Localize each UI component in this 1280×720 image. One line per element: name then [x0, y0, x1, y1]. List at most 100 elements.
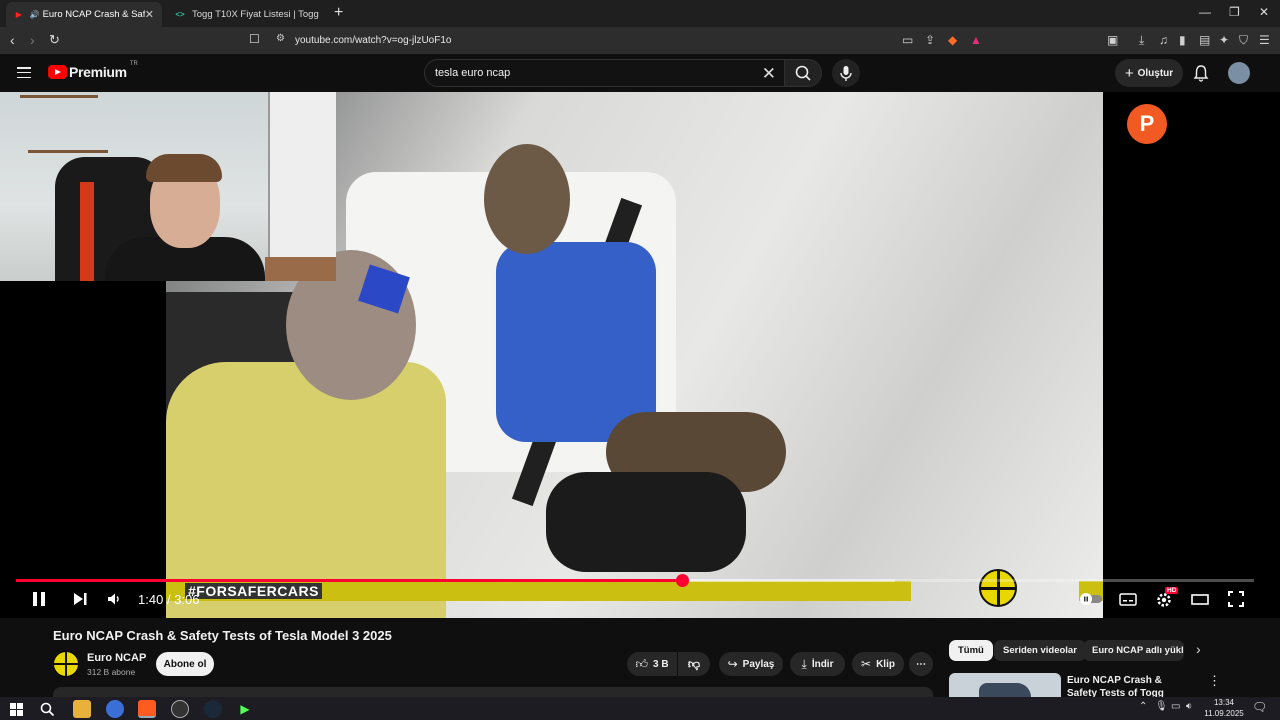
- youtube-header: Premium TR ✕ + Oluştur: [0, 54, 1280, 92]
- pause-button[interactable]: [30, 590, 48, 613]
- create-button[interactable]: + Oluştur: [1115, 59, 1183, 87]
- notifications-bell-icon[interactable]: [1193, 64, 1209, 82]
- subscriber-count: 312 B abone: [87, 667, 136, 677]
- description-box[interactable]: [53, 687, 933, 697]
- video-player[interactable]: #FORSAFERCARS P 1:40 / 3:06 HD: [0, 92, 1280, 618]
- close-window-icon[interactable]: ✕: [1259, 5, 1269, 19]
- notification-center-icon[interactable]: 🗨︎: [1252, 700, 1267, 714]
- guide-menu-icon[interactable]: [17, 67, 31, 78]
- channel-name[interactable]: Euro NCAP: [87, 652, 146, 664]
- youtube-premium-logo[interactable]: Premium TR: [48, 61, 138, 80]
- downloads-icon[interactable]: ⤓: [1139, 33, 1144, 48]
- magnifier-icon: [40, 702, 54, 716]
- chip-series[interactable]: Seriden videolar: [994, 640, 1086, 661]
- like-count: 3 B: [652, 658, 669, 670]
- clip-button[interactable]: ✂ Klip: [852, 652, 904, 676]
- site-info-icon[interactable]: ⚙: [276, 33, 285, 44]
- scrubber-handle[interactable]: [676, 574, 690, 587]
- country-code: TR: [129, 61, 138, 67]
- windows-start-icon[interactable]: [7, 700, 25, 718]
- sidebar-icon[interactable]: ▮: [1179, 33, 1186, 47]
- tab-togg[interactable]: <> Togg T10X Fiyat Listesi | Togg: [166, 2, 328, 27]
- cast-icon[interactable]: ▭: [902, 33, 913, 47]
- time-display: 1:40 / 3:06: [138, 592, 200, 607]
- share-icon[interactable]: ⇪: [925, 33, 935, 47]
- thumbs-up-icon: 👍︎: [635, 656, 648, 671]
- tab-youtube-video[interactable]: ▶ 🔊 Euro NCAP Crash & Safety Te ✕: [6, 2, 162, 27]
- chip-channel-uploads[interactable]: Euro NCAP adlı yükle: [1083, 640, 1184, 661]
- tab-manager-icon[interactable]: ▣: [1107, 33, 1118, 47]
- subscribe-button[interactable]: Abone ol: [156, 652, 214, 676]
- share-button[interactable]: ↪ Paylaş: [719, 652, 783, 676]
- total-time: 3:06: [174, 592, 200, 607]
- search-input[interactable]: [435, 67, 755, 79]
- search-button[interactable]: [784, 59, 822, 87]
- progress-bar[interactable]: [16, 574, 1254, 587]
- tray-network-icon[interactable]: ▭: [1171, 701, 1180, 712]
- back-icon[interactable]: ‹: [10, 32, 15, 48]
- subtitles-button[interactable]: [1118, 590, 1138, 613]
- download-icon: ⤓: [801, 656, 807, 671]
- reload-icon[interactable]: ↻: [49, 32, 60, 48]
- pause-icon: [33, 592, 45, 606]
- mute-button[interactable]: [105, 590, 123, 613]
- volume-icon: [108, 593, 119, 605]
- new-tab-icon[interactable]: +: [334, 4, 343, 22]
- recommended-video-thumbnail[interactable]: [949, 673, 1061, 697]
- browser-toolbar: ‹ › ↻ ☐ ⚙ youtube.com/watch?v=og-jlzUoF1…: [0, 27, 1280, 54]
- more-actions-button[interactable]: ⋯: [909, 652, 933, 676]
- brave-shields-icon[interactable]: ◆: [948, 33, 957, 47]
- tray-microphone-icon[interactable]: 🎙︎: [1155, 701, 1168, 712]
- brave-browser-icon[interactable]: [138, 700, 156, 718]
- dislike-button[interactable]: 👎︎: [678, 652, 710, 676]
- wallet-icon[interactable]: ▤: [1199, 33, 1210, 47]
- search-icon: [795, 65, 811, 81]
- steam-icon[interactable]: [204, 700, 222, 718]
- download-label: İndir: [811, 658, 834, 670]
- fullscreen-icon: [1228, 591, 1244, 607]
- vpn-icon[interactable]: ⛉: [1239, 33, 1248, 48]
- taskbar-search-icon[interactable]: [38, 700, 56, 718]
- restore-icon[interactable]: ❐: [1229, 5, 1240, 19]
- tray-volume-icon[interactable]: 🔉︎: [1186, 701, 1192, 712]
- browser-tab-strip: ▶ 🔊 Euro NCAP Crash & Safety Te ✕ <> Tog…: [0, 0, 1280, 27]
- next-button[interactable]: [71, 590, 89, 613]
- bookmark-icon[interactable]: ☐: [249, 32, 260, 46]
- fullscreen-button[interactable]: [1227, 590, 1245, 613]
- theater-mode-button[interactable]: [1190, 590, 1210, 613]
- obs-icon[interactable]: [171, 700, 189, 718]
- togg-favicon-icon: <>: [175, 10, 185, 19]
- clear-search-icon[interactable]: ✕: [762, 64, 776, 84]
- like-button[interactable]: 👍︎ 3 B: [627, 652, 677, 676]
- recommended-more-icon[interactable]: ⋮: [1208, 673, 1221, 689]
- voice-search-button[interactable]: [832, 59, 860, 87]
- microphone-icon: [840, 66, 852, 81]
- media-player-icon[interactable]: ▶: [236, 700, 254, 718]
- progress-played: [16, 579, 683, 582]
- minimize-icon[interactable]: —: [1199, 5, 1211, 19]
- media-icon[interactable]: ♫: [1159, 33, 1168, 47]
- chips-next-icon[interactable]: ›: [1196, 641, 1201, 657]
- brave-rewards-icon[interactable]: ▲: [970, 33, 982, 47]
- chrome-profile-icon[interactable]: [106, 700, 124, 718]
- share-arrow-icon: ↪: [727, 657, 738, 671]
- youtube-favicon-icon: ▶: [15, 10, 22, 19]
- tray-overflow-icon[interactable]: ⌃: [1139, 701, 1147, 712]
- address-bar[interactable]: ⚙ youtube.com/watch?v=og-jlzUoF1o: [270, 30, 990, 51]
- create-label: Oluştur: [1137, 67, 1174, 79]
- account-avatar[interactable]: [1228, 62, 1250, 84]
- channel-watermark[interactable]: P: [1127, 104, 1167, 144]
- chip-all[interactable]: Tümü: [949, 640, 993, 661]
- menu-icon[interactable]: ☰: [1259, 33, 1270, 47]
- more-horizontal-icon: ⋯: [916, 658, 926, 670]
- download-button[interactable]: ⤓ İndir: [790, 652, 845, 676]
- taskbar-clock[interactable]: 13:34 11.09.2025: [1204, 697, 1244, 719]
- file-explorer-icon[interactable]: [73, 700, 91, 718]
- leo-ai-icon[interactable]: ✦: [1219, 33, 1229, 47]
- forward-icon[interactable]: ›: [30, 32, 35, 48]
- settings-button[interactable]: HD: [1155, 587, 1179, 613]
- channel-avatar[interactable]: [53, 651, 79, 677]
- autoplay-toggle[interactable]: [1078, 590, 1104, 613]
- youtube-play-logo-icon: [48, 65, 67, 79]
- close-tab-icon[interactable]: ✕: [145, 8, 154, 21]
